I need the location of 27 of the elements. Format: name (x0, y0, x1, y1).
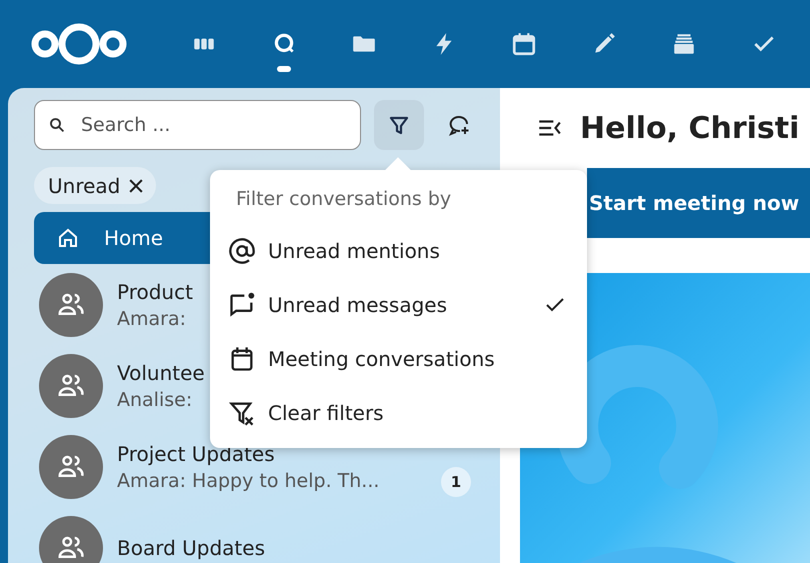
message-preview: Amara: (117, 308, 186, 330)
group-avatar[interactable] (39, 516, 103, 563)
menu-heading: Filter conversations by (235, 188, 452, 212)
search-icon (48, 116, 66, 134)
filter-option[interactable]: Unread mentions (210, 224, 587, 278)
start-meeting-button[interactable]: Start meeting now (587, 168, 810, 238)
logo-icon[interactable] (30, 22, 128, 66)
filter-option[interactable]: Meeting conversations (210, 332, 587, 386)
greeting-heading: Hello, Christi (580, 110, 800, 146)
conversation-name[interactable]: Voluntee (117, 360, 205, 384)
filter-option[interactable]: Unread messages (210, 278, 587, 332)
message-preview: Amara: Happy to help. Th... (117, 470, 380, 492)
calendar-icon[interactable] (511, 31, 537, 57)
conversation-name[interactable]: Project Updates (117, 442, 275, 466)
conversation-name[interactable]: Board Updates (117, 536, 265, 560)
new-chat-icon (447, 113, 471, 137)
unread-count: 1 (441, 466, 471, 496)
search-field[interactable]: Search ... (34, 100, 361, 150)
filter-button[interactable] (374, 100, 424, 150)
at-icon (228, 237, 256, 265)
chip-label: Unread (48, 174, 120, 198)
active-indicator (277, 66, 291, 72)
home-icon (56, 226, 80, 250)
message-dot-icon (228, 291, 256, 319)
message-preview: Analise: (117, 388, 192, 410)
conversation-name[interactable]: Product (117, 280, 193, 304)
filter-option[interactable]: Clear filters (210, 386, 587, 440)
